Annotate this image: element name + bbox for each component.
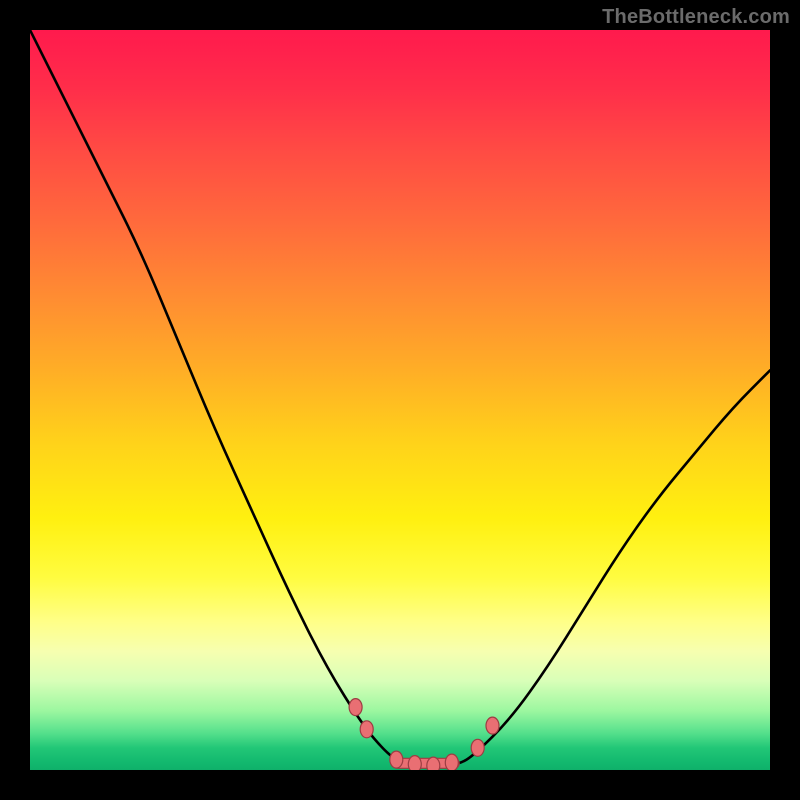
- attribution-label: TheBottleneck.com: [602, 6, 790, 29]
- right-lower-dot: [471, 739, 484, 756]
- left-lower-dot: [360, 721, 373, 738]
- min-dot-1: [390, 751, 403, 768]
- chart-frame: TheBottleneck.com: [0, 0, 800, 800]
- min-dot-2: [408, 756, 421, 770]
- min-dot-3: [427, 757, 440, 770]
- right-upper-dot: [486, 717, 499, 734]
- min-dot-4: [445, 754, 458, 770]
- chart-svg: [30, 30, 770, 770]
- left-upper-dot: [349, 699, 362, 716]
- plot-area: [30, 30, 770, 770]
- bottleneck-curve: [30, 30, 770, 767]
